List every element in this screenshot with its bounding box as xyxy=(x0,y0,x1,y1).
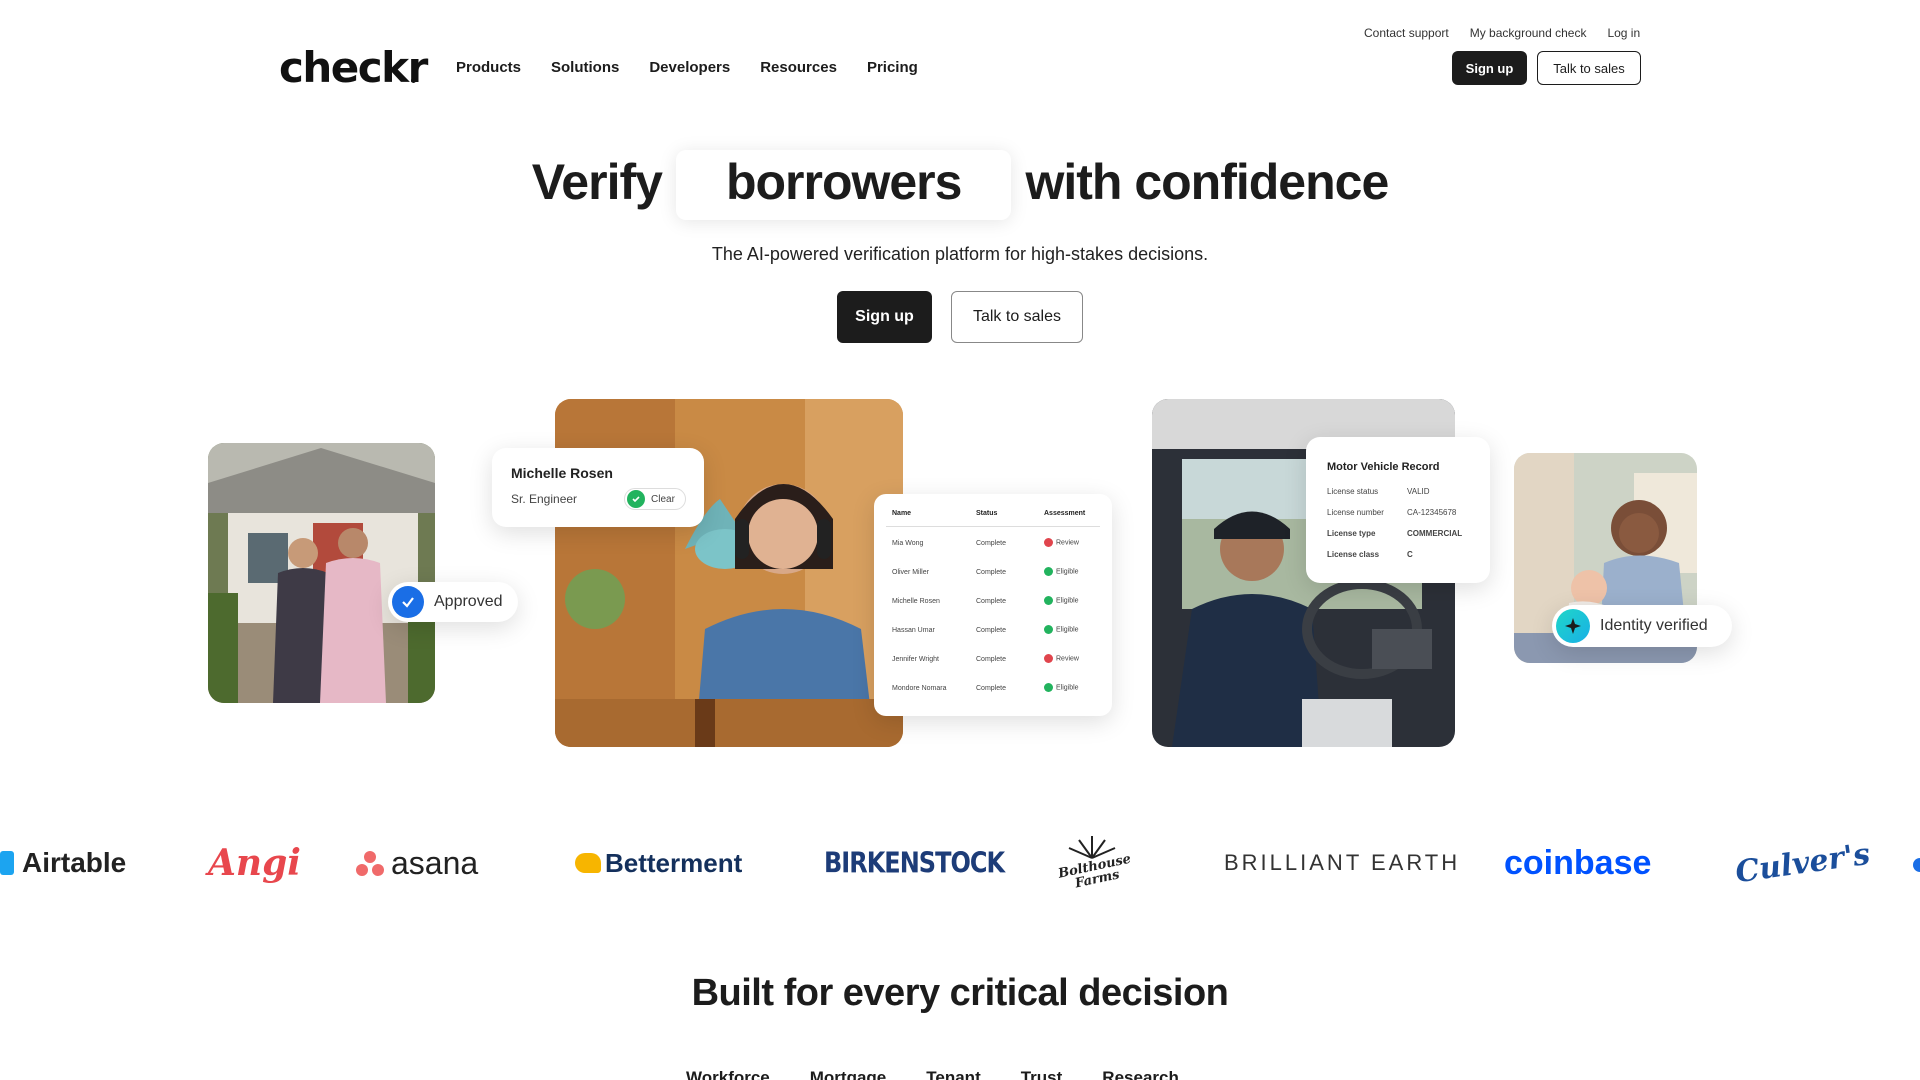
nav-products[interactable]: Products xyxy=(456,59,521,76)
table-row: Oliver Miller Complete Eligible xyxy=(892,567,1079,576)
hero-rotating-word: borrowers xyxy=(675,150,1012,220)
my-background-check-link[interactable]: My background check xyxy=(1470,26,1587,40)
review-icon xyxy=(1044,654,1053,663)
table-row: Mondore Nomara Complete Eligible xyxy=(892,683,1079,692)
hero-talk-to-sales-button[interactable]: Talk to sales xyxy=(951,291,1083,343)
mvr-row: License type COMMERCIAL xyxy=(1327,529,1463,538)
hero-title: Verify borrowers with confidence xyxy=(0,150,1920,220)
customer-logo-birkenstock: BIRKENSTOCK xyxy=(824,846,1005,880)
table-header-name: Name xyxy=(892,510,912,517)
next-logo-chevron-icon xyxy=(1913,858,1920,872)
eligible-icon xyxy=(1044,683,1053,692)
eligible-icon xyxy=(1044,596,1053,605)
couple-house-photo xyxy=(208,443,435,703)
logo-dot xyxy=(411,78,416,83)
tab-research[interactable]: Research xyxy=(1102,1068,1179,1080)
candidates-table-card: Name Status Assessment Mia Wong Complete… xyxy=(874,494,1112,716)
eligible-icon xyxy=(1044,625,1053,634)
clear-status-label: Clear xyxy=(651,493,675,505)
tab-trust[interactable]: Trust xyxy=(1021,1068,1063,1080)
tab-tenant[interactable]: Tenant xyxy=(926,1068,980,1080)
review-icon xyxy=(1044,538,1053,547)
mvr-row: License number CA-12345678 xyxy=(1327,508,1457,517)
utility-nav: Contact support My background check Log … xyxy=(1364,26,1640,40)
hero-subtitle: The AI-powered verification platform for… xyxy=(711,244,1209,264)
mvr-row: License class C xyxy=(1327,550,1413,559)
approved-badge: Approved xyxy=(388,582,518,622)
header-talk-to-sales-button[interactable]: Talk to sales xyxy=(1537,51,1641,85)
clear-status-pill: Clear xyxy=(624,488,686,510)
decision-tabs: Workforce Mortgage Tenant Trust Research xyxy=(686,1068,1179,1080)
main-nav: Products Solutions Developers Resources … xyxy=(456,59,918,76)
hero-title-post: with confidence xyxy=(1025,154,1389,210)
table-row: Jennifer Wright Complete Review xyxy=(892,654,1079,663)
customer-logo-brilliant-earth: BRILLIANT EARTH xyxy=(1224,850,1461,875)
nav-resources[interactable]: Resources xyxy=(760,59,837,76)
mvr-row: License status VALID xyxy=(1327,487,1430,496)
login-link[interactable]: Log in xyxy=(1607,26,1640,40)
candidate-name: Michelle Rosen xyxy=(511,465,613,481)
airtable-icon xyxy=(0,851,14,875)
sparkle-icon xyxy=(1556,609,1590,643)
mvr-title: Motor Vehicle Record xyxy=(1327,461,1440,473)
header-signup-button[interactable]: Sign up xyxy=(1452,51,1527,85)
motor-vehicle-record-card: Motor Vehicle Record License status VALI… xyxy=(1306,437,1490,583)
table-header-status: Status xyxy=(976,510,998,517)
approved-label: Approved xyxy=(434,593,503,610)
table-header-assessment: Assessment xyxy=(1044,510,1086,517)
checkr-logo[interactable]: checkr xyxy=(279,43,428,92)
candidate-card: Michelle Rosen Sr. Engineer Clear xyxy=(492,448,704,527)
nav-developers[interactable]: Developers xyxy=(649,59,730,76)
contact-support-link[interactable]: Contact support xyxy=(1364,26,1449,40)
customer-logo-bolthouse-farms: Bolthouse Farms xyxy=(1055,832,1132,896)
betterment-icon xyxy=(575,853,601,873)
customer-logo-betterment: Betterment xyxy=(575,838,742,888)
nav-solutions[interactable]: Solutions xyxy=(551,59,619,76)
check-circle-icon xyxy=(627,490,645,508)
table-row: Hassan Umar Complete Eligible xyxy=(892,625,1079,634)
customer-logo-airtable: Airtable xyxy=(0,838,126,888)
nav-pricing[interactable]: Pricing xyxy=(867,59,918,76)
candidate-role: Sr. Engineer xyxy=(511,492,578,506)
hero-signup-button[interactable]: Sign up xyxy=(837,291,932,343)
table-divider xyxy=(886,526,1100,527)
identity-verified-badge: Identity verified xyxy=(1552,605,1732,647)
logo-text: checkr xyxy=(279,43,428,92)
hero-title-pre: Verify xyxy=(531,154,663,210)
tab-workforce[interactable]: Workforce xyxy=(686,1068,770,1080)
customer-logo-angi: Angi xyxy=(208,842,301,884)
table-row: Mia Wong Complete Review xyxy=(892,538,1079,547)
eligible-icon xyxy=(1044,567,1053,576)
verified-check-icon xyxy=(392,586,424,618)
customer-logo-asana: asana xyxy=(355,838,478,888)
customer-logo-culvers: Culver's xyxy=(1733,836,1873,890)
asana-dots-icon xyxy=(355,849,385,877)
table-row: Michelle Rosen Complete Eligible xyxy=(892,596,1079,605)
section-title: Built for every critical decision xyxy=(691,972,1229,1014)
tab-mortgage[interactable]: Mortgage xyxy=(810,1068,887,1080)
customer-logo-coinbase: coinbase xyxy=(1504,843,1652,882)
identity-verified-label: Identity verified xyxy=(1600,617,1708,634)
